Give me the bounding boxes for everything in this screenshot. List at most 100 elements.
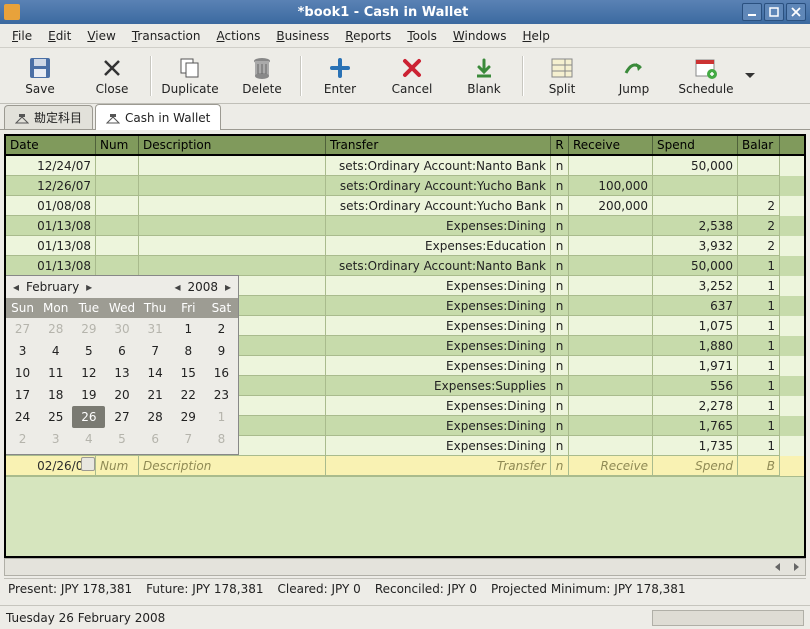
header-spend[interactable]: Spend: [653, 136, 738, 154]
maximize-button[interactable]: [764, 3, 784, 21]
cell-r[interactable]: n: [551, 356, 569, 376]
cell-r[interactable]: n: [551, 376, 569, 396]
month-label[interactable]: February: [22, 280, 83, 294]
cancel-button[interactable]: Cancel: [376, 50, 448, 102]
cell-bal[interactable]: 1: [738, 256, 780, 276]
calendar-day[interactable]: 12: [72, 362, 105, 384]
entry-r[interactable]: n: [551, 456, 569, 476]
cell-spend[interactable]: 1,735: [653, 436, 738, 456]
cell-recv[interactable]: [569, 216, 653, 236]
cell-spend[interactable]: 556: [653, 376, 738, 396]
cell-r[interactable]: n: [551, 176, 569, 196]
cell-r[interactable]: n: [551, 436, 569, 456]
cell-r[interactable]: n: [551, 196, 569, 216]
calendar-day[interactable]: 10: [6, 362, 39, 384]
header-balance[interactable]: Balar: [738, 136, 780, 154]
calendar-day[interactable]: 28: [139, 406, 172, 428]
cell-spend[interactable]: [653, 176, 738, 196]
cell-xfer[interactable]: Expenses:Education: [326, 236, 551, 256]
header-date[interactable]: Date: [6, 136, 96, 154]
calendar-day[interactable]: 6: [139, 428, 172, 450]
calendar-day[interactable]: 27: [6, 318, 39, 340]
menu-tools[interactable]: Tools: [401, 27, 443, 45]
cell-recv[interactable]: [569, 236, 653, 256]
cell-date[interactable]: 01/08/08: [6, 196, 96, 216]
calendar-day[interactable]: 2: [205, 318, 238, 340]
cell-bal[interactable]: 1: [738, 336, 780, 356]
cell-xfer[interactable]: sets:Ordinary Account:Yucho Bank: [326, 196, 551, 216]
cell-date[interactable]: 01/13/08: [6, 216, 96, 236]
table-row[interactable]: 01/13/08Expenses:Educationn3,9322: [6, 236, 804, 256]
header-num[interactable]: Num: [96, 136, 139, 154]
cell-xfer[interactable]: Expenses:Dining: [326, 436, 551, 456]
table-row[interactable]: 12/24/07sets:Ordinary Account:Nanto Bank…: [6, 156, 804, 176]
cell-recv[interactable]: [569, 396, 653, 416]
cell-spend[interactable]: [653, 196, 738, 216]
calendar-day[interactable]: 3: [39, 428, 72, 450]
cell-spend[interactable]: 3,932: [653, 236, 738, 256]
calendar-day[interactable]: 2: [6, 428, 39, 450]
cell-bal[interactable]: 1: [738, 356, 780, 376]
cell-xfer[interactable]: sets:Ordinary Account:Nanto Bank: [326, 256, 551, 276]
cell-desc[interactable]: [139, 256, 326, 276]
cell-recv[interactable]: [569, 376, 653, 396]
calendar-day[interactable]: 8: [205, 428, 238, 450]
header-receive[interactable]: Receive: [569, 136, 653, 154]
cell-spend[interactable]: 1,971: [653, 356, 738, 376]
cell-r[interactable]: n: [551, 216, 569, 236]
cell-xfer[interactable]: Expenses:Supplies: [326, 376, 551, 396]
calendar-day[interactable]: 5: [72, 340, 105, 362]
calendar-day[interactable]: 29: [72, 318, 105, 340]
calendar-day[interactable]: 7: [139, 340, 172, 362]
close-tab-button[interactable]: Close: [76, 50, 148, 102]
cell-bal[interactable]: [738, 176, 780, 196]
calendar-day[interactable]: 16: [205, 362, 238, 384]
cell-xfer[interactable]: Expenses:Dining: [326, 356, 551, 376]
header-description[interactable]: Description: [139, 136, 326, 154]
cell-r[interactable]: n: [551, 156, 569, 176]
menu-windows[interactable]: Windows: [447, 27, 513, 45]
cell-bal[interactable]: [738, 156, 780, 176]
cell-bal[interactable]: 1: [738, 376, 780, 396]
table-row[interactable]: 01/13/08sets:Ordinary Account:Nanto Bank…: [6, 256, 804, 276]
calendar-day[interactable]: 17: [6, 384, 39, 406]
menu-help[interactable]: Help: [516, 27, 555, 45]
cell-xfer[interactable]: Expenses:Dining: [326, 216, 551, 236]
calendar-day[interactable]: 31: [139, 318, 172, 340]
calendar-day[interactable]: 28: [39, 318, 72, 340]
cell-bal[interactable]: 1: [738, 416, 780, 436]
cell-num[interactable]: [96, 176, 139, 196]
calendar-day[interactable]: 15: [172, 362, 205, 384]
cell-recv[interactable]: [569, 336, 653, 356]
cell-r[interactable]: n: [551, 416, 569, 436]
cell-date[interactable]: 12/26/07: [6, 176, 96, 196]
menu-business[interactable]: Business: [270, 27, 335, 45]
menu-edit[interactable]: Edit: [42, 27, 77, 45]
table-row[interactable]: 01/13/08Expenses:Diningn2,5382: [6, 216, 804, 236]
cell-recv[interactable]: 100,000: [569, 176, 653, 196]
calendar-day[interactable]: 19: [72, 384, 105, 406]
close-button[interactable]: [786, 3, 806, 21]
cell-num[interactable]: [96, 236, 139, 256]
menu-actions[interactable]: Actions: [211, 27, 267, 45]
calendar-day[interactable]: 30: [105, 318, 138, 340]
toolbar-overflow[interactable]: [742, 73, 758, 79]
calendar-day[interactable]: 21: [139, 384, 172, 406]
month-prev-button[interactable]: ◂: [10, 280, 22, 294]
calendar-day[interactable]: 22: [172, 384, 205, 406]
calendar-day[interactable]: 1: [205, 406, 238, 428]
entry-spend[interactable]: Spend: [653, 456, 738, 476]
calendar-day[interactable]: 7: [172, 428, 205, 450]
cell-num[interactable]: [96, 196, 139, 216]
delete-button[interactable]: Delete: [226, 50, 298, 102]
entry-row[interactable]: 02/26/08NumDescriptionTransfernReceiveSp…: [6, 456, 804, 476]
tab-accounts[interactable]: 勘定科目: [4, 105, 93, 129]
cell-spend[interactable]: 637: [653, 296, 738, 316]
calendar-day[interactable]: 4: [39, 340, 72, 362]
cell-desc[interactable]: [139, 216, 326, 236]
calendar-day[interactable]: 4: [72, 428, 105, 450]
cell-recv[interactable]: [569, 276, 653, 296]
scroll-left-button[interactable]: [769, 560, 787, 574]
cell-num[interactable]: [96, 156, 139, 176]
header-transfer[interactable]: Transfer: [326, 136, 551, 154]
